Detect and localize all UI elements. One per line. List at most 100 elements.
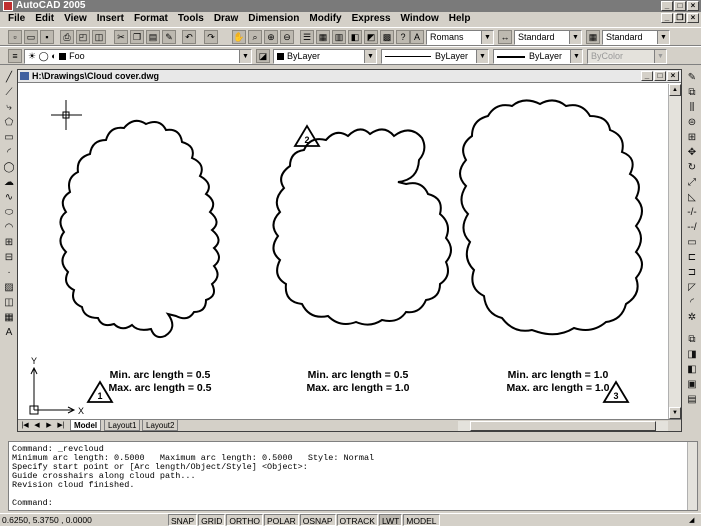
menu-window[interactable]: Window: [396, 12, 444, 26]
zoom-realtime-icon[interactable]: ⌕: [248, 30, 262, 44]
open-folder-icon[interactable]: ▭: [24, 30, 38, 44]
lineweight-select[interactable]: ByLayer ▼: [493, 49, 583, 64]
chevron-down-icon[interactable]: ▼: [481, 31, 493, 44]
osnap-toggle[interactable]: OSNAP: [299, 514, 336, 526]
break-icon[interactable]: ⊏: [685, 251, 699, 265]
polyline-icon[interactable]: ⤷: [2, 101, 16, 115]
send-back-icon[interactable]: ◧: [685, 363, 699, 377]
make-block-icon[interactable]: ⊟: [2, 251, 16, 265]
menu-modify[interactable]: Modify: [304, 12, 346, 26]
revision-cloud-3[interactable]: [459, 99, 643, 336]
menu-insert[interactable]: Insert: [92, 12, 129, 26]
rectangle-icon[interactable]: ▭: [2, 131, 16, 145]
draw-order-icon[interactable]: ⧉: [685, 333, 699, 347]
ellipse-arc-icon[interactable]: ◠: [2, 221, 16, 235]
prev-tab-icon[interactable]: ◀: [32, 421, 42, 431]
linetype-select[interactable]: ByLayer ▼: [381, 49, 489, 64]
calculator-icon[interactable]: ▩: [380, 30, 394, 44]
cut-icon[interactable]: ✂: [114, 30, 128, 44]
undo-icon[interactable]: ↶: [182, 30, 196, 44]
scroll-up-icon[interactable]: ▲: [669, 84, 681, 96]
rotate-icon[interactable]: ↻: [685, 161, 699, 175]
menu-draw[interactable]: Draw: [209, 12, 243, 26]
color-select[interactable]: ByLayer ▼: [273, 49, 377, 64]
plot-preview-icon[interactable]: ◰: [76, 30, 90, 44]
first-tab-icon[interactable]: |◀: [20, 421, 30, 431]
menu-format[interactable]: Format: [129, 12, 173, 26]
command-window[interactable]: Command: _revcloud Minimum arc length: 0…: [8, 441, 698, 511]
join-icon[interactable]: ⊐: [685, 266, 699, 280]
bring-above-icon[interactable]: ▣: [685, 378, 699, 392]
close-button[interactable]: ×: [687, 1, 699, 11]
offset-icon[interactable]: ⊜: [685, 116, 699, 130]
construction-line-icon[interactable]: ⟋: [2, 86, 16, 100]
chamfer-icon[interactable]: ◸: [685, 281, 699, 295]
line-icon[interactable]: ╱: [2, 71, 16, 85]
copy-object-icon[interactable]: ⧉: [685, 86, 699, 100]
menu-edit[interactable]: Edit: [30, 12, 59, 26]
revision-cloud-icon[interactable]: ☁: [2, 176, 16, 190]
save-disk-icon[interactable]: ▪: [40, 30, 54, 44]
doc-restore-button[interactable]: ❐: [674, 13, 686, 23]
chevron-down-icon[interactable]: ▼: [657, 31, 669, 44]
horizontal-scroll-thumb[interactable]: [470, 421, 656, 431]
ortho-toggle[interactable]: ORTHO: [226, 514, 263, 526]
scroll-down-icon[interactable]: ▼: [669, 407, 681, 419]
chevron-down-icon[interactable]: ▼: [569, 31, 581, 44]
extend-icon[interactable]: --/: [685, 221, 699, 235]
menu-file[interactable]: File: [3, 12, 30, 26]
chevron-down-icon[interactable]: ▼: [570, 50, 582, 63]
pan-realtime-icon[interactable]: ✋: [232, 30, 246, 44]
doc-close-button[interactable]: ×: [687, 13, 699, 23]
polar-toggle[interactable]: POLAR: [263, 514, 299, 526]
layer-manager-icon[interactable]: ≡: [8, 49, 22, 63]
make-current-layer-icon[interactable]: ◪: [256, 49, 270, 63]
tab-layout1[interactable]: Layout1: [104, 420, 141, 431]
point-icon[interactable]: ·: [2, 266, 16, 280]
properties-icon[interactable]: ☰: [300, 30, 314, 44]
tab-layout2[interactable]: Layout2: [142, 420, 179, 431]
explode-icon[interactable]: ✲: [685, 311, 699, 325]
scale-icon[interactable]: ⤢: [685, 176, 699, 190]
revision-cloud-1[interactable]: [59, 119, 220, 339]
zoom-previous-icon[interactable]: ⊖: [280, 30, 294, 44]
circle-icon[interactable]: ◯: [2, 161, 16, 175]
table-style-icon[interactable]: ▦: [586, 30, 600, 44]
hatch-icon[interactable]: ▨: [2, 281, 16, 295]
maximize-button[interactable]: □: [674, 1, 686, 11]
ellipse-icon[interactable]: ⬭: [2, 206, 16, 220]
stretch-icon[interactable]: ◺: [685, 191, 699, 205]
array-icon[interactable]: ⊞: [685, 131, 699, 145]
tool-palettes-icon[interactable]: ▥: [332, 30, 346, 44]
send-under-icon[interactable]: ▤: [685, 393, 699, 407]
arc-icon[interactable]: ◜: [2, 146, 16, 160]
move-icon[interactable]: ✥: [685, 146, 699, 160]
zoom-window-icon[interactable]: ⊕: [264, 30, 278, 44]
markup-icon[interactable]: ◩: [364, 30, 378, 44]
polygon-icon[interactable]: ⬠: [2, 116, 16, 130]
spline-icon[interactable]: ∿: [2, 191, 16, 205]
chevron-down-icon[interactable]: ▼: [364, 50, 376, 63]
publish-icon[interactable]: ◫: [92, 30, 106, 44]
snap-toggle[interactable]: SNAP: [168, 514, 198, 526]
minimize-button[interactable]: _: [661, 1, 673, 11]
copy-icon[interactable]: ❐: [130, 30, 144, 44]
menu-view[interactable]: View: [59, 12, 92, 26]
redo-icon[interactable]: ↷: [204, 30, 218, 44]
menu-dimension[interactable]: Dimension: [243, 12, 304, 26]
print-icon[interactable]: ⎙: [60, 30, 74, 44]
table-style-select[interactable]: Standard ▼: [602, 30, 670, 45]
paste-icon[interactable]: ▤: [146, 30, 160, 44]
insert-block-icon[interactable]: ⊞: [2, 236, 16, 250]
dim-style-icon[interactable]: ↔: [498, 30, 512, 44]
chevron-down-icon[interactable]: ▼: [476, 50, 488, 63]
match-properties-icon[interactable]: ✎: [162, 30, 176, 44]
drawing-maximize-button[interactable]: □: [654, 71, 666, 81]
lwt-toggle[interactable]: LWT: [378, 514, 403, 526]
command-scrollbar[interactable]: [687, 442, 697, 510]
grid-toggle[interactable]: GRID: [198, 514, 226, 526]
drawing-minimize-button[interactable]: _: [641, 71, 653, 81]
drawing-close-button[interactable]: ×: [667, 71, 679, 81]
coordinate-readout[interactable]: 0.6250, 5.3750 , 0.0000: [2, 514, 92, 526]
erase-icon[interactable]: ✎: [685, 71, 699, 85]
